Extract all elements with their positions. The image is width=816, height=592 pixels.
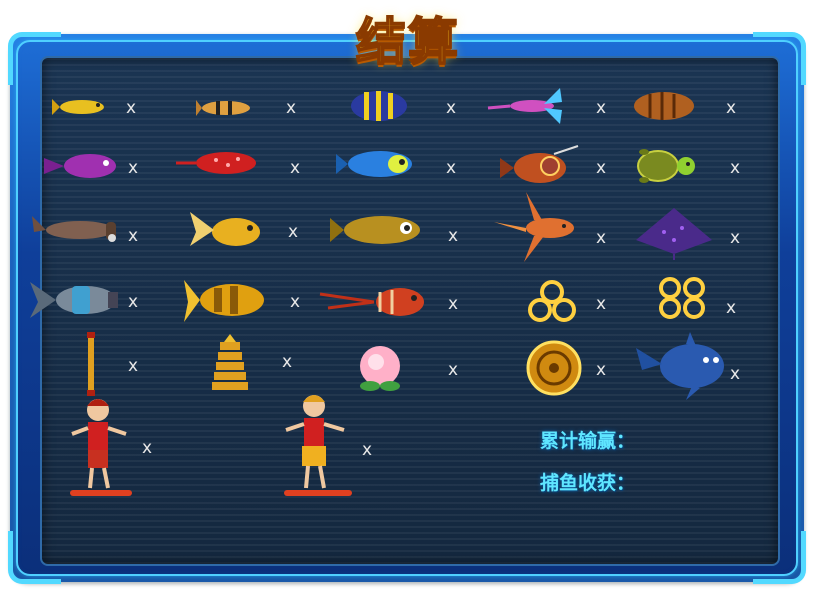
multiplier-mark: x (290, 158, 301, 178)
fish-icon-striped-minnow (196, 94, 256, 122)
fish-icon-small-yellow (52, 92, 112, 122)
manta-ray-icon (634, 200, 714, 260)
multiplier-mark: x (726, 298, 737, 318)
fish-icon-angelfish (346, 86, 412, 126)
multiplier-mark: x (282, 352, 293, 372)
multiplier-mark: x (596, 360, 607, 380)
triple-coins-icon (526, 280, 578, 322)
multiplier-mark: x (730, 158, 741, 178)
multiplier-mark: x (730, 228, 741, 248)
multiplier-mark: x (290, 292, 301, 312)
golden-wheel-icon (524, 338, 584, 398)
dialog-title: 结算 (355, 12, 460, 72)
monkey-king-gold-icon (282, 392, 354, 500)
multiplier-mark: x (128, 226, 139, 246)
multiplier-mark: x (596, 228, 607, 248)
goldfish-icon (186, 206, 266, 250)
multiplier-mark: x (726, 98, 737, 118)
multiplier-mark: x (128, 356, 139, 376)
multiplier-mark: x (288, 222, 299, 242)
fish-icon-blue-puffer (336, 146, 418, 182)
monkey-king-red-icon (68, 396, 134, 500)
multiplier-mark: x (126, 98, 137, 118)
fish-icon-pink-winged (487, 84, 568, 128)
multiplier-mark: x (362, 440, 373, 460)
multiplier-mark: x (596, 294, 607, 314)
multiplier-mark: x (128, 158, 139, 178)
fish-icon-brown-striped (626, 88, 698, 124)
multiplier-mark: x (142, 438, 153, 458)
fish-icon-red-spotted (176, 148, 260, 178)
golden-pagoda-icon (210, 334, 250, 392)
multiplier-mark: x (448, 226, 459, 246)
multiplier-mark: x (448, 294, 459, 314)
swordfish-icon (494, 192, 586, 262)
catch-label: 捕鱼收获： (540, 472, 636, 494)
mecha-shark-icon (30, 272, 122, 328)
multiplier-mark: x (446, 98, 457, 118)
multiplier-mark: x (446, 158, 457, 178)
golden-mecha-fish-icon (184, 272, 270, 328)
grouper-icon (330, 210, 426, 250)
multiplier-mark: x (596, 98, 607, 118)
immortal-peach-icon (356, 340, 404, 392)
turtle-icon (632, 146, 700, 186)
fish-icon-lantern-anglerfish (494, 140, 586, 188)
multiplier-mark: x (448, 360, 459, 380)
multiplier-mark: x (128, 292, 139, 312)
lionfish-icon (319, 282, 430, 322)
golden-staff-icon (84, 332, 98, 396)
multiplier-mark: x (730, 364, 741, 384)
fish-icon-purple (44, 150, 120, 182)
multiplier-mark: x (286, 98, 297, 118)
blue-whale-icon (636, 332, 728, 402)
total-win-label: 累计输赢： (540, 430, 636, 452)
quad-coins-icon (656, 276, 708, 320)
hammerhead-shark-icon (30, 210, 122, 246)
multiplier-mark: x (596, 158, 607, 178)
